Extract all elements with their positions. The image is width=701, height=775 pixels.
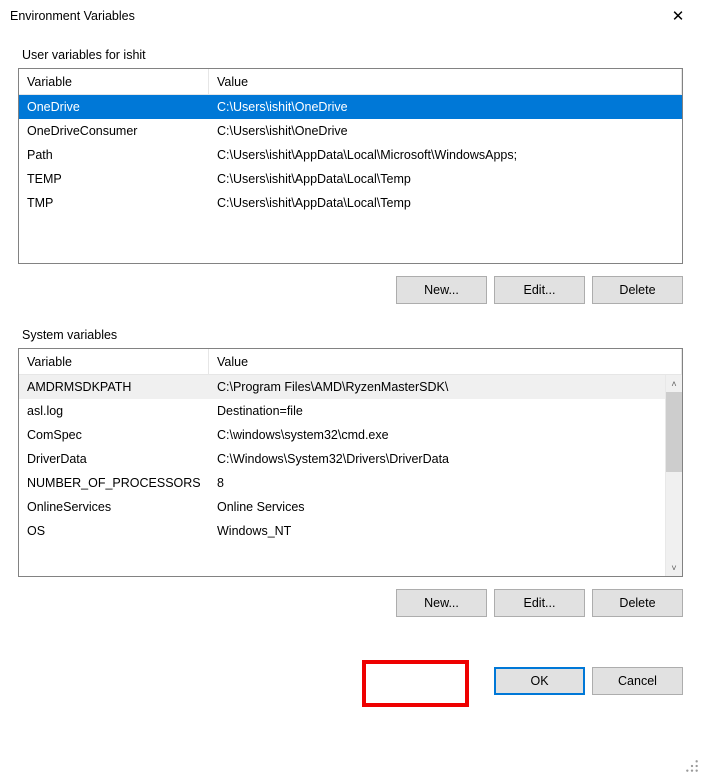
- user-vars-listview[interactable]: Variable Value OneDrive C:\Users\ishit\O…: [18, 68, 683, 264]
- system-edit-button[interactable]: Edit...: [494, 589, 585, 617]
- listview-header: Variable Value: [19, 69, 682, 95]
- table-row[interactable]: NUMBER_OF_PROCESSORS 8: [19, 471, 665, 495]
- column-header-variable[interactable]: Variable: [19, 349, 209, 374]
- system-new-button[interactable]: New...: [396, 589, 487, 617]
- system-vars-group: System variables Variable Value AMDRMSDK…: [18, 328, 683, 617]
- scrollbar[interactable]: ˄ ˅: [665, 375, 682, 576]
- column-header-variable[interactable]: Variable: [19, 69, 209, 94]
- cell-value: C:\Users\ishit\AppData\Local\Temp: [209, 196, 682, 210]
- cell-variable: TMP: [19, 196, 209, 210]
- cell-value: C:\Program Files\AMD\RyzenMasterSDK\: [209, 380, 665, 394]
- cell-value: C:\Users\ishit\OneDrive: [209, 124, 682, 138]
- cancel-button[interactable]: Cancel: [592, 667, 683, 695]
- user-vars-buttons: New... Edit... Delete: [18, 264, 683, 304]
- table-row[interactable]: TMP C:\Users\ishit\AppData\Local\Temp: [19, 191, 682, 215]
- table-row[interactable]: OS Windows_NT: [19, 519, 665, 543]
- cell-value: C:\Users\ishit\OneDrive: [209, 100, 682, 114]
- system-vars-label: System variables: [22, 328, 683, 342]
- dialog-buttons: OK Cancel: [0, 641, 701, 695]
- cell-value: 8: [209, 476, 665, 490]
- table-row[interactable]: OnlineServices Online Services: [19, 495, 665, 519]
- cell-value: Destination=file: [209, 404, 665, 418]
- table-row[interactable]: TEMP C:\Users\ishit\AppData\Local\Temp: [19, 167, 682, 191]
- cell-value: C:\windows\system32\cmd.exe: [209, 428, 665, 442]
- table-row[interactable]: ComSpec C:\windows\system32\cmd.exe: [19, 423, 665, 447]
- system-vars-buttons: New... Edit... Delete: [18, 577, 683, 617]
- column-header-value[interactable]: Value: [209, 349, 682, 374]
- cell-variable: ComSpec: [19, 428, 209, 442]
- scroll-down-icon[interactable]: ˅: [666, 559, 682, 576]
- table-row[interactable]: OneDrive C:\Users\ishit\OneDrive: [19, 95, 682, 119]
- scroll-thumb[interactable]: [666, 392, 682, 472]
- system-delete-button[interactable]: Delete: [592, 589, 683, 617]
- titlebar: Environment Variables ✕: [0, 0, 701, 32]
- user-edit-button[interactable]: Edit...: [494, 276, 585, 304]
- table-row[interactable]: DriverData C:\Windows\System32\Drivers\D…: [19, 447, 665, 471]
- scroll-track[interactable]: [666, 472, 682, 559]
- table-row[interactable]: AMDRMSDKPATH C:\Program Files\AMD\RyzenM…: [19, 375, 665, 399]
- cell-variable: TEMP: [19, 172, 209, 186]
- cell-variable: Path: [19, 148, 209, 162]
- cell-variable: DriverData: [19, 452, 209, 466]
- table-row[interactable]: OneDriveConsumer C:\Users\ishit\OneDrive: [19, 119, 682, 143]
- table-row[interactable]: Path C:\Users\ishit\AppData\Local\Micros…: [19, 143, 682, 167]
- cell-value: Windows_NT: [209, 524, 665, 538]
- resize-grip-icon[interactable]: [685, 759, 699, 773]
- user-delete-button[interactable]: Delete: [592, 276, 683, 304]
- window-title: Environment Variables: [10, 9, 655, 23]
- cell-value: C:\Users\ishit\AppData\Local\Microsoft\W…: [209, 148, 682, 162]
- listview-header: Variable Value: [19, 349, 682, 375]
- cell-value: C:\Users\ishit\AppData\Local\Temp: [209, 172, 682, 186]
- cell-variable: OneDriveConsumer: [19, 124, 209, 138]
- user-vars-group: User variables for ishit Variable Value …: [18, 48, 683, 304]
- system-vars-listview[interactable]: Variable Value AMDRMSDKPATH C:\Program F…: [18, 348, 683, 577]
- cell-variable: asl.log: [19, 404, 209, 418]
- table-row[interactable]: asl.log Destination=file: [19, 399, 665, 423]
- scroll-up-icon[interactable]: ˄: [666, 375, 682, 392]
- close-button[interactable]: ✕: [655, 0, 701, 32]
- cell-variable: AMDRMSDKPATH: [19, 380, 209, 394]
- column-header-value[interactable]: Value: [209, 69, 682, 94]
- user-new-button[interactable]: New...: [396, 276, 487, 304]
- cell-variable: OS: [19, 524, 209, 538]
- cell-value: Online Services: [209, 500, 665, 514]
- cell-variable: OnlineServices: [19, 500, 209, 514]
- cell-value: C:\Windows\System32\Drivers\DriverData: [209, 452, 665, 466]
- ok-button[interactable]: OK: [494, 667, 585, 695]
- cell-variable: NUMBER_OF_PROCESSORS: [19, 476, 209, 490]
- user-vars-label: User variables for ishit: [22, 48, 683, 62]
- cell-variable: OneDrive: [19, 100, 209, 114]
